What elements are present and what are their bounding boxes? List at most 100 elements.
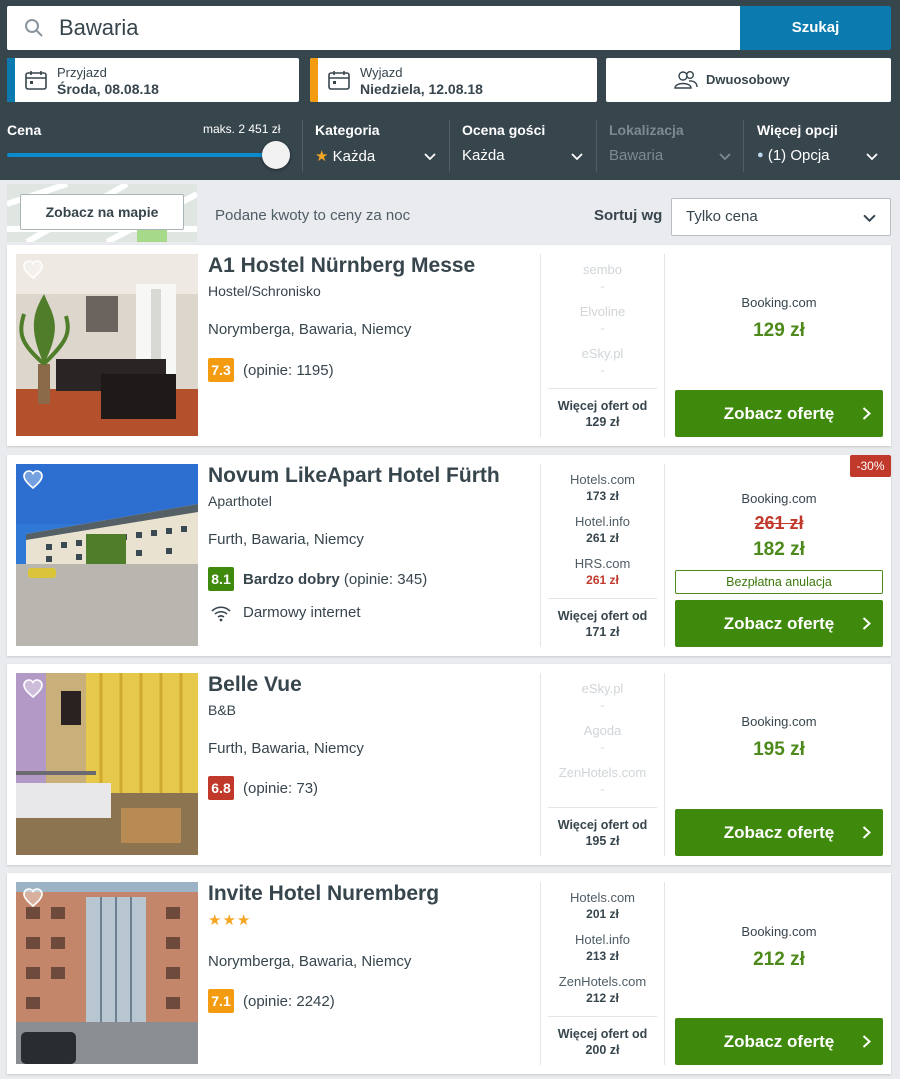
- provider-offer[interactable]: eSky.pl -: [548, 681, 657, 713]
- amenity-label: Darmowy internet: [243, 604, 361, 621]
- checkout-field[interactable]: Wyjazd Niedziela, 12.08.18: [310, 58, 597, 102]
- category-value: Każda: [332, 148, 376, 165]
- calendar-icon: [328, 71, 350, 90]
- provider-offer[interactable]: Elvoline -: [548, 304, 657, 336]
- review-count: (opinie: 73): [243, 780, 319, 797]
- price-slider-track[interactable]: [7, 153, 275, 157]
- discount-badge: -30%: [850, 455, 891, 477]
- hotel-name[interactable]: A1 Hostel Nürnberg Messe: [208, 254, 475, 278]
- divider: [743, 120, 744, 172]
- provider-name: eSky.pl: [581, 681, 624, 696]
- hotel-location: Norymberga, Bawaria, Niemcy: [208, 953, 412, 970]
- hotel-image: [16, 673, 198, 855]
- view-offer-button[interactable]: Zobacz ofertę: [675, 809, 883, 856]
- heart-icon[interactable]: [22, 469, 44, 491]
- heart-icon[interactable]: [22, 259, 44, 281]
- chevron-down-icon: [719, 153, 731, 161]
- provider-offer[interactable]: eSky.pl -: [548, 346, 657, 378]
- chevron-down-icon: [424, 153, 436, 161]
- view-offer-label: Zobacz ofertę: [723, 614, 835, 633]
- hotel-card[interactable]: Invite Hotel Nuremberg ★★★ Norymberga, B…: [7, 873, 891, 1074]
- hotel-location: Furth, Bawaria, Niemcy: [208, 531, 364, 548]
- review-count: (opinie: 345): [343, 571, 428, 588]
- more-offers-price: 129 zł: [585, 415, 620, 429]
- heart-icon[interactable]: [22, 887, 44, 909]
- hotel-location: Norymberga, Bawaria, Niemcy: [208, 321, 412, 338]
- hotel-name[interactable]: Belle Vue: [208, 673, 302, 697]
- hotel-photo[interactable]: [16, 464, 198, 646]
- more-offers-label: Więcej ofert od: [557, 818, 648, 832]
- provider-price: 212 zł: [586, 991, 619, 1005]
- hotel-card[interactable]: Novum LikeApart Hotel Fürth Aparthotel F…: [7, 455, 891, 656]
- hotel-name[interactable]: Invite Hotel Nuremberg: [208, 882, 439, 906]
- rating-filter[interactable]: Każda: [462, 147, 505, 164]
- provider-name: Elvoline: [579, 304, 626, 319]
- rating-badge: 8.1: [208, 567, 234, 591]
- offer-price: 182 zł: [753, 539, 805, 560]
- more-offers-price: 171 zł: [585, 625, 620, 639]
- map-button[interactable]: Zobacz na mapie: [20, 194, 184, 230]
- sort-select[interactable]: Tylko cena: [671, 198, 891, 236]
- hotel-photo[interactable]: [16, 882, 198, 1064]
- hotel-photo[interactable]: [16, 673, 198, 855]
- checkout-accent: [310, 58, 318, 102]
- divider: [548, 598, 657, 599]
- view-offer-button[interactable]: Zobacz ofertę: [675, 600, 883, 647]
- category-filter[interactable]: ★ Każda: [315, 147, 375, 165]
- old-price: 261 zł: [754, 513, 804, 533]
- provider-offer[interactable]: ZenHotels.com -: [548, 765, 657, 797]
- hotel-image: [16, 882, 198, 1064]
- provider-price: 261 zł: [586, 573, 619, 587]
- price-slider-handle[interactable]: [262, 141, 290, 169]
- search-input[interactable]: Bawaria: [7, 6, 741, 50]
- provider-offer[interactable]: Hotel.info 213 zł: [548, 932, 657, 964]
- provider-offer[interactable]: sembo -: [548, 262, 657, 294]
- map-thumbnail[interactable]: Zobacz na mapie: [7, 184, 197, 242]
- rating-badge: 6.8: [208, 776, 234, 800]
- filter-bar: Cena maks. 2 451 zł Kategoria ★ Każda Oc…: [0, 112, 900, 180]
- provider-offer[interactable]: ZenHotels.com 212 zł: [548, 974, 657, 1006]
- view-offer-button[interactable]: Zobacz ofertę: [675, 1018, 883, 1065]
- more-options-filter[interactable]: ● (1) Opcja: [757, 147, 830, 164]
- provider-offer[interactable]: HRS.com 261 zł: [548, 556, 657, 588]
- provider-offer[interactable]: Hotels.com 201 zł: [548, 890, 657, 922]
- provider-offer[interactable]: Agoda -: [548, 723, 657, 755]
- hotel-card[interactable]: Belle Vue B&B Furth, Bawaria, Niemcy 6.8…: [7, 664, 891, 865]
- people-icon: [674, 71, 698, 89]
- hotel-photo[interactable]: [16, 254, 198, 436]
- hotel-location: Furth, Bawaria, Niemcy: [208, 740, 364, 757]
- more-offers-link[interactable]: Więcej ofert od 200 zł: [548, 1026, 657, 1058]
- divider: [664, 882, 665, 1065]
- offer-price: 212 zł: [753, 949, 805, 970]
- more-offers-price: 195 zł: [585, 834, 620, 848]
- room-selector[interactable]: Dwuosobowy: [606, 58, 891, 102]
- more-offers-link[interactable]: Więcej ofert od 195 zł: [548, 817, 657, 849]
- checkin-accent: [7, 58, 15, 102]
- divider: [548, 388, 657, 389]
- heart-icon[interactable]: [22, 678, 44, 700]
- provider-offer[interactable]: Hotels.com 173 zł: [548, 472, 657, 504]
- location-filter-label: Lokalizacja: [609, 122, 684, 138]
- view-offer-button[interactable]: Zobacz ofertę: [675, 390, 883, 437]
- provider-offer[interactable]: Hotel.info 261 zł: [548, 514, 657, 546]
- divider: [664, 464, 665, 647]
- more-offers-link[interactable]: Więcej ofert od 129 zł: [548, 398, 657, 430]
- provider-name: eSky.pl: [581, 346, 624, 361]
- room-label: Dwuosobowy: [706, 72, 790, 87]
- category-filter-label: Kategoria: [315, 122, 380, 138]
- location-filter[interactable]: Bawaria: [609, 147, 663, 164]
- hotel-name[interactable]: Novum LikeApart Hotel Fürth: [208, 464, 500, 488]
- more-offers-link[interactable]: Więcej ofert od 171 zł: [548, 608, 657, 640]
- sort-value: Tylko cena: [686, 208, 758, 225]
- rating-filter-label: Ocena gości: [462, 122, 546, 138]
- hotel-type: B&B: [208, 702, 237, 718]
- star-icon: ★: [315, 148, 329, 165]
- hotel-card[interactable]: A1 Hostel Nürnberg Messe Hostel/Schronis…: [7, 245, 891, 446]
- provider-price: -: [600, 782, 605, 796]
- provider-price: 201 zł: [586, 907, 619, 921]
- offer-site: Booking.com: [741, 295, 817, 310]
- chevron-down-icon: [571, 153, 583, 161]
- checkin-field[interactable]: Przyjazd Środa, 08.08.18: [7, 58, 299, 102]
- divider: [540, 673, 541, 856]
- search-button[interactable]: Szukaj: [740, 6, 891, 50]
